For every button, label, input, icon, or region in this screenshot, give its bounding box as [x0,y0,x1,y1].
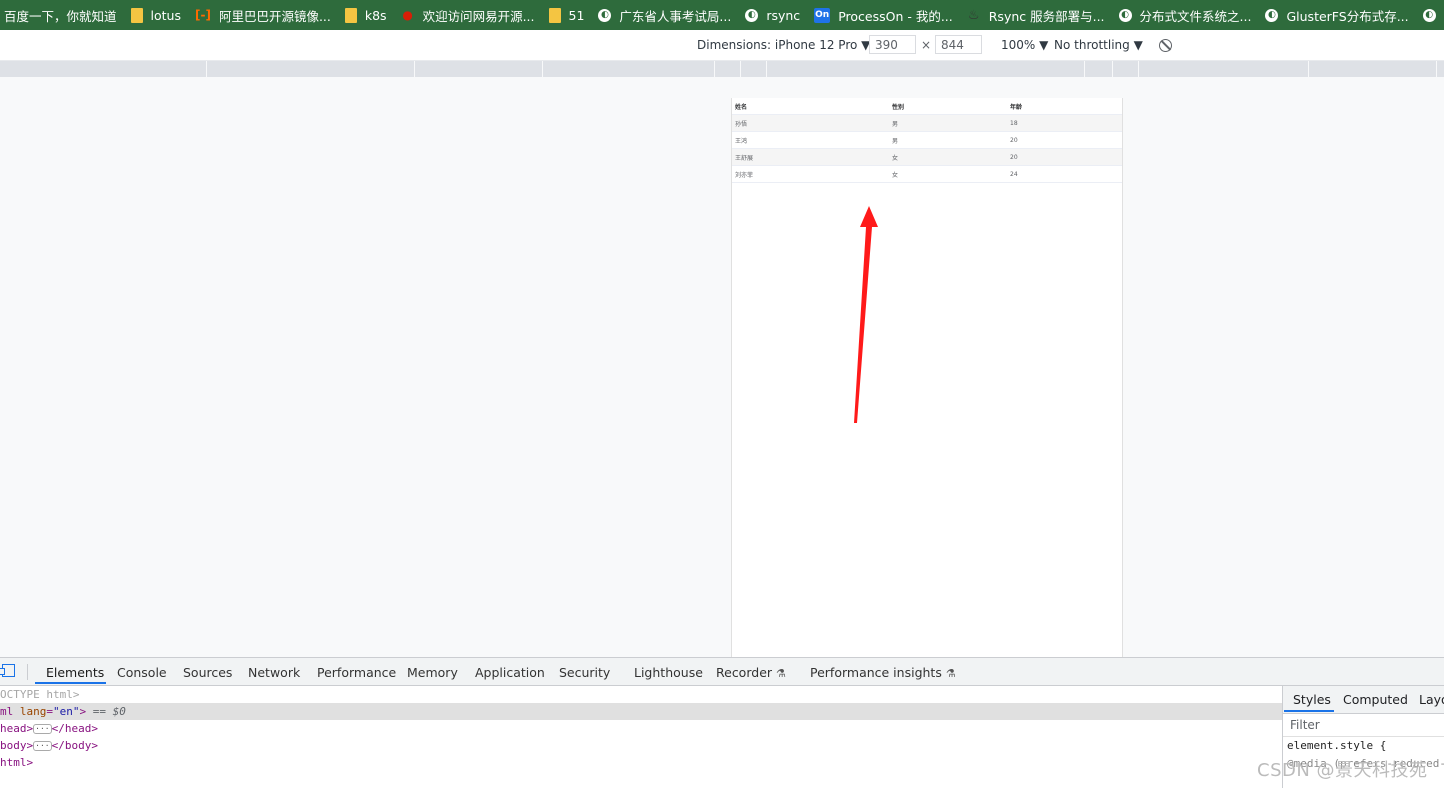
bookmark-label: 分布式文件系统之... [1140,6,1252,25]
tag-name: head> [0,722,33,735]
dom-node-html[interactable]: ml lang="en"> == $0 [0,703,1282,720]
doctype-text: OCTYPE html> [0,688,79,701]
tag-close: </body> [52,739,98,752]
dom-tree: OCTYPE html> ml lang="en"> == $0 head>··… [0,686,1282,788]
zoom-select[interactable]: 100% ▼ [1001,38,1048,52]
netease-icon: ● [401,8,415,22]
rotate-icon[interactable] [1159,39,1172,52]
bookmark-dfs[interactable]: ◐ 分布式文件系统之... [1115,0,1262,30]
dom-node-head[interactable]: head>···</head> [0,720,1282,737]
tab-performance-insights[interactable]: Performance insights ⚗ [810,665,956,680]
device-height-input[interactable]: 844 [935,35,982,54]
active-tab-indicator [1284,710,1334,712]
bookmark-label: GlusterFS分布式存... [1286,6,1408,25]
tab-layout[interactable]: Layo [1419,692,1444,707]
folder-icon [131,8,143,23]
bookmark-lotus[interactable]: lotus [127,0,191,30]
dom-node-body[interactable]: body>···</body> [0,737,1282,754]
bookmark-rsync[interactable]: ◐ rsync [741,0,810,30]
bookmark-label: 广东省人事考试局... [619,6,731,25]
experiment-flask-icon: ⚗ [946,667,956,680]
tag-close: </head> [52,722,98,735]
devtools-panel: Elements Console Sources Network Perform… [0,657,1444,788]
bookmark-glusterfs[interactable]: ◐ GlusterFS分布式存... [1261,0,1418,30]
globe-icon: ◐ [1119,9,1132,22]
bookmark-rsync-deploy[interactable]: ♨ Rsync 服务部署与... [963,0,1115,30]
globe-icon: ◐ [745,9,758,22]
tab-elements[interactable]: Elements [46,665,104,680]
tab-label: Performance insights [810,665,942,680]
device-viewport: 姓名 性别 年龄 孙悟 男 18 王鸿 男 20 王舒展 女 [0,77,1444,657]
bookmark-aliyun-mirror[interactable]: [-] 阿里巴巴开源镜像... [191,0,341,30]
dom-node-doctype[interactable]: OCTYPE html> [0,686,1282,703]
dark-icon: ♨ [967,8,981,22]
styles-tabbar: Styles Computed Layo [1283,686,1444,714]
folder-icon [345,8,357,23]
throttling-select[interactable]: No throttling ▼ [1054,38,1143,52]
bookmark-r[interactable]: ◐ R [1419,0,1444,30]
experiment-flask-icon: ⚗ [776,667,786,680]
globe-icon: ◐ [1265,9,1278,22]
tag-name: body> [0,739,33,752]
tab-memory[interactable]: Memory [407,665,458,680]
device-toggle-icon[interactable] [2,664,15,677]
attr-value: "en" [53,705,80,718]
tab-console[interactable]: Console [117,665,167,680]
tab-network[interactable]: Network [248,665,300,680]
attr-name: lang [20,705,47,718]
device-select[interactable]: Dimensions: iPhone 12 Pro ▼ [697,38,870,52]
watermark: CSDN @景天科技苑 [1257,756,1428,782]
bookmark-label: 阿里巴巴开源镜像... [219,6,331,25]
tab-computed[interactable]: Computed [1343,692,1408,707]
bookmark-51[interactable]: 51 [545,0,595,30]
tab-performance[interactable]: Performance [317,665,396,680]
bookmark-label: 百度一下，你就知道 [4,6,117,25]
tab-security[interactable]: Security [559,665,610,680]
folder-icon [549,8,561,23]
tab-styles[interactable]: Styles [1293,692,1331,707]
device-toolbar: Dimensions: iPhone 12 Pro ▼ 390 × 844 10… [0,30,1444,60]
tab-application[interactable]: Application [475,665,545,680]
bookmarks-bar: 百度一下，你就知道 lotus [-] 阿里巴巴开源镜像... k8s ● 欢迎… [0,0,1444,30]
bookmark-baidu[interactable]: 百度一下，你就知道 [0,0,127,30]
styles-filter-input[interactable]: Filter [1283,714,1444,737]
active-tab-indicator [35,682,106,684]
bookmark-k8s[interactable]: k8s [341,0,397,30]
bookmark-label: 欢迎访问网易开源... [423,6,535,25]
tab-sources[interactable]: Sources [183,665,232,680]
bookmark-label: Rsync 服务部署与... [989,6,1105,25]
dimension-separator: × [921,38,931,52]
bookmark-gd-exam[interactable]: ◐ 广东省人事考试局... [594,0,741,30]
expand-ellipsis-icon[interactable]: ··· [33,724,51,734]
device-width-input[interactable]: 390 [869,35,916,54]
globe-icon: ◐ [598,9,611,22]
bookmark-processon[interactable]: On ProcessOn - 我的... [810,0,963,30]
bookmark-label: 51 [569,8,585,23]
dom-node-html-close[interactable]: html> [0,754,1282,771]
bookmark-netease[interactable]: ● 欢迎访问网易开源... [397,0,545,30]
selected-node-marker: == $0 [86,705,126,718]
tab-label: Recorder [716,665,772,680]
element-style-rule[interactable]: element.style { [1283,737,1444,755]
processon-icon: On [814,8,830,23]
bookmark-label: rsync [766,8,800,23]
annotation-arrow-icon [0,77,1444,657]
aliyun-icon: [-] [195,8,211,22]
media-query-ruler [0,60,1444,78]
bookmark-label: lotus [151,8,181,23]
tag-name: ml [0,705,13,718]
expand-ellipsis-icon[interactable]: ··· [33,741,51,751]
tab-divider [27,664,28,680]
tag-close: html> [0,756,33,769]
bookmark-label: ProcessOn - 我的... [838,6,953,25]
tab-lighthouse[interactable]: Lighthouse [634,665,703,680]
globe-icon: ◐ [1423,9,1436,22]
bookmark-label: k8s [365,8,387,23]
tab-recorder[interactable]: Recorder ⚗ [716,665,786,680]
devtools-tabbar: Elements Console Sources Network Perform… [0,658,1444,686]
